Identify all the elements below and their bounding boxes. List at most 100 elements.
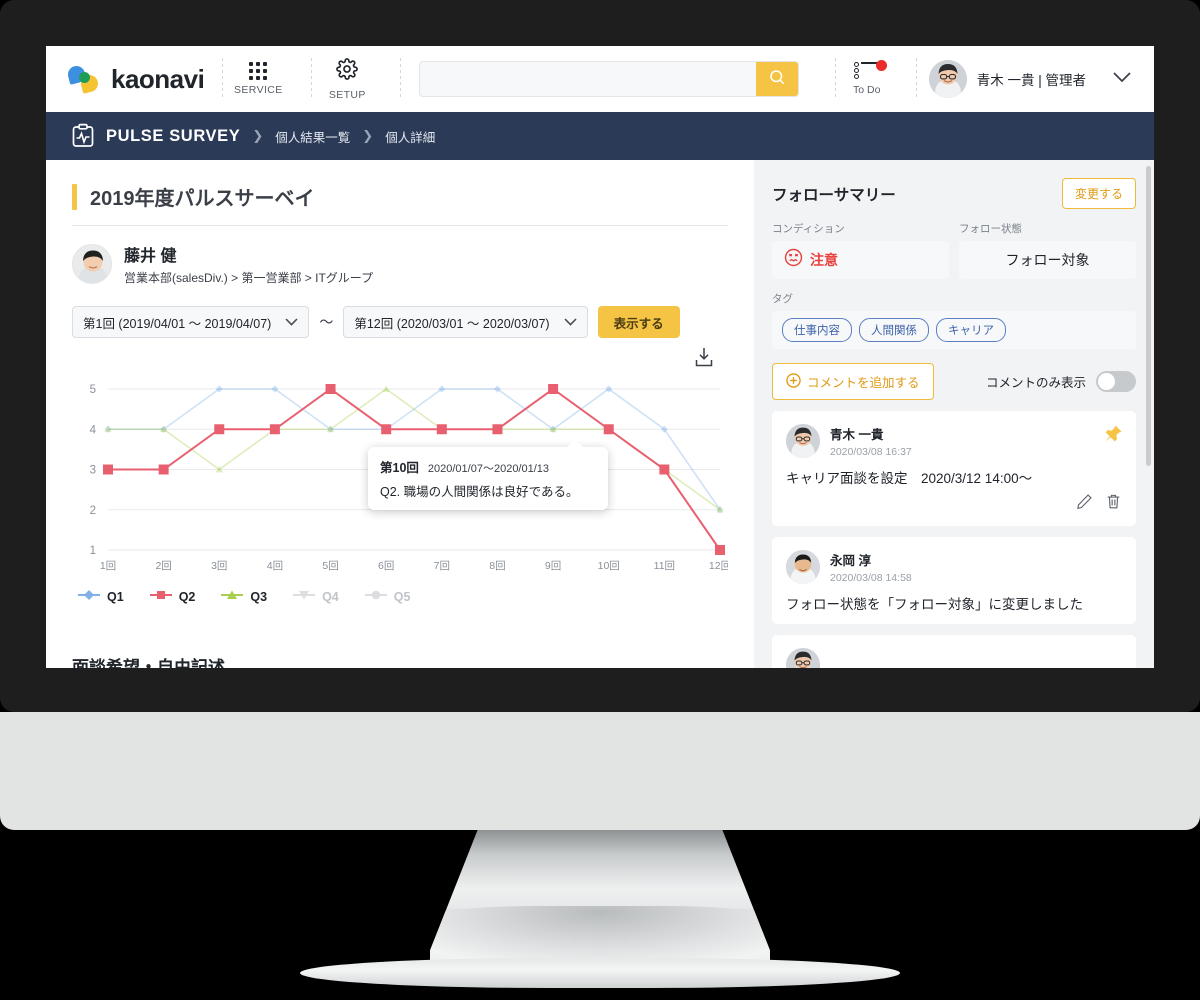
show-button[interactable]: 表示する	[597, 306, 680, 338]
comment-meta: 青木 一貴 2020/03/08 16:37	[830, 424, 912, 458]
only-comments-label: コメントのみ表示	[985, 376, 1086, 390]
follow-state-field: フォロー状態 フォロー対象	[959, 221, 1136, 279]
pin-icon[interactable]	[1103, 424, 1123, 449]
edit-icon[interactable]	[1076, 493, 1093, 515]
legend-item-q1[interactable]: Q1	[78, 588, 124, 605]
add-comment-label: コメントを追加する	[807, 376, 920, 390]
tooltip-period: 2020/01/07〜2020/01/13	[427, 463, 550, 475]
tag-chip[interactable]: キャリア	[936, 318, 1006, 342]
follow-state-value-box: フォロー対象	[959, 241, 1136, 279]
svg-text:4回: 4回	[267, 560, 283, 572]
condition-value: 注意	[810, 252, 838, 268]
chart-tooltip: 第10回 2020/01/07〜2020/01/13 Q2. 職場の人間関係は良…	[368, 440, 608, 510]
condition-value-box: 注意	[772, 241, 949, 279]
legend-item-q2[interactable]: Q2	[149, 588, 195, 605]
chart-legend: Q1 Q2 Q3 Q4 Q5	[72, 588, 728, 605]
legend-marker-icon	[293, 588, 316, 605]
user-menu[interactable]: 青木 一貴 | 管理者	[917, 60, 1086, 98]
pulse-chart[interactable]: 1 2 3 4 5 1回 2回 3回 4回 5回 6回 7回 8回 9回 10回 11回 12回 第10回 20…	[72, 375, 731, 580]
range-to-value: 第12回 (2020/03/01 〜 2020/03/07)	[354, 316, 550, 331]
gear-icon	[336, 57, 359, 85]
setup-label: SETUP	[328, 88, 366, 101]
range-from-select[interactable]: 第1回 (2019/04/01 〜 2019/04/07)	[72, 306, 310, 338]
comment-list: 青木 一貴 2020/03/08 16:37 キャリア面談を設定 2020/3/12…	[772, 411, 1136, 668]
follow-state-value: フォロー対象	[1005, 252, 1090, 268]
setup-button[interactable]: SETUP	[312, 57, 382, 101]
page-title: 2019年度パルスサーベイ	[90, 188, 315, 210]
legend-marker-icon	[78, 588, 100, 605]
search-box[interactable]	[419, 61, 800, 97]
breadcrumb-item-list[interactable]: 個人結果一覧	[275, 127, 350, 146]
screen: kaonavi SERVICE SETUP To Do 青木 一貴 | 管理者 …	[46, 46, 1154, 668]
summary-block: フォローサマリー 変更する コンディション 注意 フォロー状態 フォロー対象 タ…	[772, 178, 1136, 349]
svg-text:2: 2	[90, 505, 96, 517]
chevron-down-icon	[285, 315, 298, 329]
download-icon[interactable]	[694, 346, 714, 373]
range-to-select[interactable]: 第12回 (2020/03/01 〜 2020/03/07)	[343, 306, 588, 338]
comment-header: 永岡 淳 2020/03/08 14:58	[786, 550, 1122, 584]
comment-timestamp: 2020/03/08 14:58	[830, 572, 912, 584]
svg-text:4: 4	[90, 424, 97, 436]
comment-card: 青木 一貴 2020/03/08 16:37 キャリア面談を設定 2020/3/12…	[772, 411, 1136, 526]
comment-actions	[786, 493, 1122, 515]
condition-label: コンディション	[772, 223, 845, 235]
service-button[interactable]: SERVICE	[223, 62, 293, 96]
breadcrumb-separator-2: ❯	[362, 128, 374, 143]
service-label: SERVICE	[233, 84, 283, 96]
legend-item-q5[interactable]: Q5	[364, 588, 411, 605]
svg-text:7回: 7回	[434, 560, 450, 572]
legend-label: Q5	[393, 589, 411, 604]
breadcrumb-separator-1: ❯	[252, 128, 264, 143]
range-tilde: 〜	[319, 314, 334, 330]
tooltip-round: 第10回	[380, 461, 419, 475]
breadcrumb: PULSE SURVEY ❯ 個人結果一覧 ❯ 個人詳細	[46, 112, 1154, 160]
tag-list: 仕事内容 人間関係 キャリア	[772, 311, 1136, 349]
breadcrumb-item-detail[interactable]: 個人詳細	[385, 127, 435, 146]
avatar	[928, 60, 967, 98]
svg-text:5: 5	[90, 384, 96, 396]
tag-field: タグ 仕事内容 人間関係 キャリア	[772, 291, 1136, 349]
comment-card	[772, 635, 1136, 668]
comment-avatar	[786, 550, 820, 584]
person-text: 藤井 健 営業本部(salesDiv.) > 第一営業部 > ITグループ	[124, 242, 373, 286]
change-button[interactable]: 変更する	[1061, 178, 1136, 209]
svg-text:6回: 6回	[378, 560, 394, 572]
condition-field: コンディション 注意	[772, 221, 949, 279]
legend-marker-icon	[149, 588, 172, 605]
tooltip-question: Q2. 職場の人間関係は良好である。	[380, 485, 579, 499]
person-info: 藤井 健 営業本部(salesDiv.) > 第一営業部 > ITグループ	[72, 242, 728, 286]
chevron-down-icon	[564, 315, 577, 329]
summary-header: フォローサマリー 変更する	[772, 178, 1136, 209]
comment-author: 青木 一貴	[830, 428, 884, 442]
legend-item-q3[interactable]: Q3	[221, 588, 267, 605]
search-button[interactable]	[756, 62, 799, 96]
survey-range-filter: 第1回 (2019/04/01 〜 2019/04/07) 〜 第12回 (20…	[72, 306, 728, 338]
tooltip-arrow	[566, 440, 584, 448]
todo-button[interactable]: To Do	[836, 60, 898, 96]
download-row	[72, 346, 728, 373]
search-input[interactable]	[420, 62, 757, 96]
comment-body: フォロー状態を「フォロー対象」に変更しました	[786, 597, 1083, 612]
sidebar-scrollbar[interactable]	[1146, 166, 1151, 466]
svg-text:11回: 11回	[654, 560, 675, 572]
monitor-stand-neck	[430, 830, 770, 970]
person-org: 営業本部(salesDiv.) > 第一営業部 > ITグループ	[124, 271, 374, 285]
alert-face-icon	[784, 248, 803, 272]
user-menu-caret[interactable]	[1112, 70, 1132, 88]
svg-text:3: 3	[90, 465, 96, 477]
kaonavi-logo[interactable]: kaonavi	[66, 63, 205, 95]
plus-circle-icon	[786, 372, 801, 391]
title-accent-bar	[72, 183, 77, 210]
legend-label: Q3	[250, 589, 268, 604]
legend-item-q4[interactable]: Q4	[293, 588, 339, 605]
tag-chip[interactable]: 仕事内容	[782, 318, 852, 342]
add-comment-button[interactable]: コメントを追加する	[772, 363, 934, 400]
kaonavi-logo-icon	[66, 64, 102, 94]
comment-author: 永岡 淳	[830, 554, 871, 568]
only-comments-toggle[interactable]	[1096, 371, 1136, 392]
kaonavi-logo-text: kaonavi	[111, 63, 205, 94]
legend-label: Q1	[107, 589, 124, 604]
delete-icon[interactable]	[1105, 493, 1122, 515]
tag-chip[interactable]: 人間関係	[859, 318, 929, 342]
comment-timestamp: 2020/03/08 16:37	[830, 446, 912, 458]
